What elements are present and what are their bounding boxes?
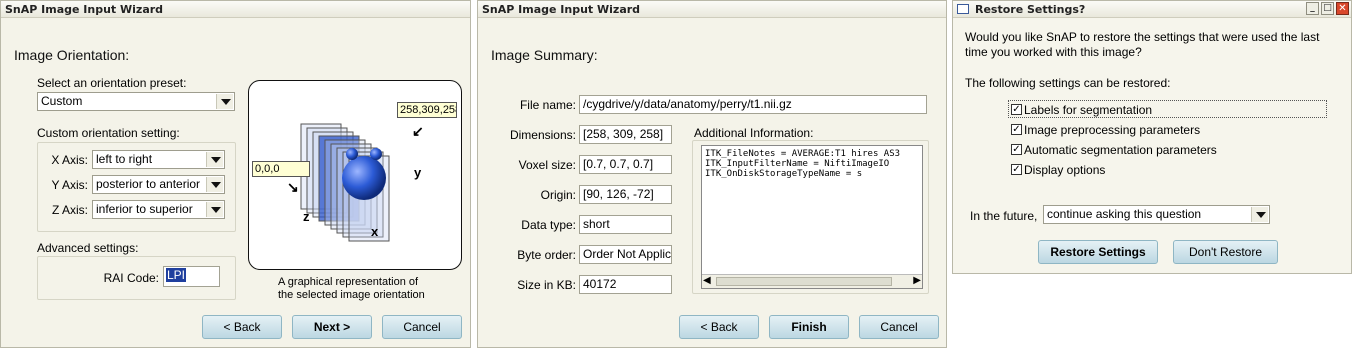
preset-value: Custom — [41, 94, 83, 108]
caption-line-2: the selected image orientation — [278, 289, 425, 301]
scroll-left-icon[interactable]: ◀ — [703, 275, 711, 286]
chevron-down-icon — [206, 177, 223, 192]
minimize-icon[interactable]: _ — [1306, 2, 1319, 15]
orientation-illustration: 258,309,258 ↙ 0,0,0 ↘ y z x — [248, 80, 462, 270]
restore-settings-window: Restore Settings? _ □ ✕ Would you like S… — [952, 0, 1352, 274]
option-auto-segmentation: Automatic segmentation parameters — [1024, 143, 1217, 157]
future-value: continue asking this question — [1047, 207, 1202, 221]
x-axis-label: X Axis: — [51, 153, 88, 167]
custom-orientation-label: Custom orientation setting: — [37, 126, 180, 140]
option-preprocessing: Image preprocessing parameters — [1024, 123, 1201, 137]
cancel-button[interactable]: Cancel — [382, 315, 462, 339]
y-axis-select[interactable]: posterior to anterior — [92, 175, 225, 194]
z-axis-value: inferior to superior — [96, 202, 193, 216]
additional-info-label: Additional Information: — [694, 126, 814, 140]
y-axis-label: Y Axis: — [51, 178, 88, 192]
z-axis-letter: z — [303, 209, 310, 224]
additional-info-textarea[interactable]: ITK_FileNotes = AVERAGE:T1 hires AS3 ITK… — [701, 145, 923, 289]
finish-button[interactable]: Finish — [769, 315, 849, 339]
restorable-label: The following settings can be restored: — [965, 76, 1171, 90]
caption-line-1: A graphical representation of — [278, 276, 419, 288]
arrow-icon: ↙ — [412, 123, 424, 139]
chevron-down-icon — [206, 152, 223, 167]
size-label: Size in KB: — [517, 278, 576, 292]
file-name-field[interactable]: /cygdrive/y/data/anatomy/perry/t1.nii.gz — [579, 95, 927, 114]
close-icon[interactable]: ✕ — [1336, 2, 1349, 15]
option-display-options: Display options — [1024, 163, 1106, 177]
scroll-thumb[interactable] — [716, 277, 892, 286]
back-button[interactable]: < Back — [202, 315, 282, 339]
data-type-field[interactable]: short — [579, 215, 672, 234]
next-button[interactable]: Next > — [292, 315, 372, 339]
page-title: Image Orientation: — [14, 47, 130, 63]
back-button[interactable]: < Back — [679, 315, 759, 339]
dont-restore-button[interactable]: Don't Restore — [1173, 240, 1278, 264]
summary-window: SnAP Image Input Wizard Image Summary: F… — [477, 0, 947, 348]
size-field[interactable]: 40172 — [579, 275, 672, 294]
rai-code-value: LPI — [166, 268, 187, 282]
z-axis-select[interactable]: inferior to superior — [92, 200, 225, 219]
byte-order-field[interactable]: Order Not Applic — [579, 245, 672, 264]
voxel-size-label: Voxel size: — [518, 158, 576, 172]
x-axis-letter: x — [371, 224, 379, 239]
rai-code-label: RAI Code: — [103, 271, 159, 285]
dimensions-label: Dimensions: — [509, 128, 576, 142]
window-title: SnAP Image Input Wizard — [478, 1, 946, 18]
x-axis-select[interactable]: left to right — [92, 150, 225, 169]
rai-code-input[interactable]: LPI — [163, 266, 220, 287]
checkbox-preprocessing[interactable]: ✓ — [1011, 124, 1022, 135]
option-labels: Labels for segmentation — [1024, 103, 1153, 117]
voxel-size-field[interactable]: [0.7, 0.7, 0.7] — [579, 155, 672, 174]
origin-label: Origin: — [540, 188, 576, 202]
chevron-down-icon — [216, 94, 233, 109]
scroll-right-icon[interactable]: ▶ — [913, 275, 921, 286]
origin-field[interactable]: [90, 126, -72] — [579, 185, 672, 204]
window-title: Restore Settings? — [975, 3, 1086, 16]
corner-coordinate-tooltip: 258,309,258 — [397, 102, 457, 118]
data-type-label: Data type: — [521, 218, 576, 232]
future-label: In the future, — [970, 209, 1038, 223]
z-axis-label: Z Axis: — [51, 203, 88, 217]
window-titlebar: Restore Settings? _ □ ✕ — [953, 1, 1351, 18]
y-axis-value: posterior to anterior — [96, 177, 201, 191]
x-axis-value: left to right — [96, 152, 153, 166]
app-icon — [957, 4, 969, 14]
page-title: Image Summary: — [491, 47, 598, 63]
cancel-button[interactable]: Cancel — [859, 315, 939, 339]
checkbox-auto-segmentation[interactable]: ✓ — [1011, 144, 1022, 155]
dimensions-field[interactable]: [258, 309, 258] — [579, 125, 672, 144]
file-name-label: File name: — [519, 98, 576, 112]
additional-info-text: ITK_FileNotes = AVERAGE:T1 hires AS3 ITK… — [705, 149, 901, 179]
origin-coordinate-tooltip: 0,0,0 — [252, 161, 310, 177]
y-axis-letter: y — [414, 165, 422, 180]
preset-label: Select an orientation preset: — [37, 76, 187, 90]
advanced-settings-label: Advanced settings: — [37, 241, 139, 255]
arrow-icon: ↘ — [287, 179, 299, 195]
chevron-down-icon — [206, 202, 223, 217]
future-select[interactable]: continue asking this question — [1043, 205, 1270, 224]
chevron-down-icon — [1251, 207, 1268, 222]
byte-order-label: Byte order: — [517, 248, 576, 262]
restore-question: Would you like SnAP to restore the setti… — [965, 30, 1320, 59]
illustration-caption: A graphical representation of the select… — [278, 276, 425, 302]
horizontal-scrollbar[interactable]: ◀ ▶ — [702, 274, 922, 288]
maximize-icon[interactable]: □ — [1321, 2, 1334, 15]
orientation-window: SnAP Image Input Wizard Image Orientatio… — [0, 0, 471, 348]
checkbox-labels[interactable]: ✓ — [1011, 104, 1022, 115]
window-title: SnAP Image Input Wizard — [1, 1, 470, 18]
restore-settings-button[interactable]: Restore Settings — [1038, 240, 1158, 264]
checkbox-display-options[interactable]: ✓ — [1011, 164, 1022, 175]
preset-select[interactable]: Custom — [37, 92, 235, 111]
